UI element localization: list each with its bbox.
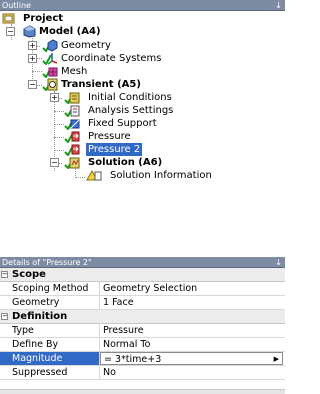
property-key: Scoping Method [0,282,100,295]
tree-node-initial-conditions[interactable]: + Initial Conditions [50,91,190,104]
outline-tree: Project − Model (A4) + Geometry + Coordi… [0,11,285,257]
tree-label-coordinate-systems: Coordinate Systems [61,53,162,64]
property-row[interactable]: Scoping Method Geometry Selection [0,282,285,296]
transient-analysis-icon [42,78,58,91]
property-key: Suppressed [0,366,100,379]
tree-node-mesh[interactable]: Mesh [42,65,122,78]
pin-icon[interactable]: ↓ [275,257,282,268]
tree-label-mesh: Mesh [61,66,88,77]
coordinate-systems-icon [42,53,58,65]
expand-icon[interactable]: + [28,54,37,63]
property-row[interactable]: Define By Normal To [0,338,285,352]
tree-node-fixed-support[interactable]: Fixed Support [64,117,184,130]
property-value[interactable]: No [103,366,116,379]
tree-label-geometry: Geometry [61,40,111,51]
project-icon [2,13,15,24]
tree-node-solution[interactable]: − Solution (A6) [50,156,190,169]
mesh-icon [42,67,58,78]
tree-label-transient: Transient (A5) [61,79,141,90]
solution-icon [64,157,80,169]
pressure-icon [64,131,80,143]
section-scope[interactable]: − Scope [0,268,285,282]
property-value[interactable]: Normal To [103,338,150,351]
magnitude-value: = 3*time+3 [104,354,162,365]
tree-label-analysis-settings: Analysis Settings [88,105,174,116]
tree-label-solution: Solution (A6) [88,157,163,168]
collapse-icon[interactable]: − [50,158,59,167]
collapse-icon[interactable]: − [1,271,8,278]
property-row[interactable]: Type Pressure [0,324,285,338]
property-row[interactable]: Suppressed No [0,366,285,380]
details-title: Details of "Pressure 2" [2,258,92,267]
property-key: Magnitude [0,352,100,365]
property-row[interactable]: Geometry 1 Face [0,296,285,310]
section-definition[interactable]: − Definition [0,310,285,324]
property-value[interactable]: Pressure [103,324,144,337]
solution-information-icon [86,169,102,181]
section-title: Scope [12,269,46,280]
tree-node-coordinate-systems[interactable]: + Coordinate Systems [28,52,188,65]
expand-icon[interactable]: + [50,93,59,102]
collapse-icon[interactable]: − [6,27,15,36]
property-key: Geometry [0,296,100,309]
tree-node-analysis-settings[interactable]: Analysis Settings [64,104,204,117]
tree-label-initial-conditions: Initial Conditions [88,92,172,103]
property-key: Define By [0,338,100,351]
tree-label-pressure-2: Pressure 2 [86,143,143,156]
tree-label-pressure: Pressure [88,131,131,142]
tree-label-solution-information: Solution Information [110,170,212,181]
tree-node-model[interactable]: − Model (A4) [6,25,126,38]
outline-title-bar: Outline ↓ [0,0,285,11]
details-title-bar: Details of "Pressure 2" ↓ [0,257,285,268]
property-value[interactable]: 1 Face [103,296,134,309]
property-value[interactable]: Geometry Selection [103,282,197,295]
tree-label-fixed-support: Fixed Support [88,118,157,129]
outline-title: Outline [2,1,31,10]
property-row-magnitude[interactable]: Magnitude = 3*time+3 ▶ [0,352,285,366]
tree-node-geometry[interactable]: + Geometry [28,39,168,52]
tree-node-pressure[interactable]: Pressure [64,130,164,143]
magnitude-input[interactable]: = 3*time+3 ▶ [100,352,283,365]
bottom-scrollbar[interactable] [0,389,285,394]
tree-label-model: Model (A4) [39,26,101,37]
pin-icon[interactable]: ↓ [275,0,282,11]
tree-label-project: Project [23,13,64,24]
geometry-icon [42,39,58,52]
tree-node-project[interactable]: Project [2,12,82,25]
analysis-settings-icon [64,105,80,117]
model-icon [23,25,36,38]
tree-node-pressure-2[interactable]: Pressure 2 [64,143,164,156]
tree-node-solution-information[interactable]: Solution Information [86,169,236,182]
collapse-icon[interactable]: − [28,80,37,89]
tree-node-transient[interactable]: − Transient (A5) [28,78,168,91]
collapse-icon[interactable]: − [1,313,8,320]
section-title: Definition [12,311,68,322]
property-key: Type [0,324,100,337]
expand-icon[interactable]: + [28,41,37,50]
pressure-icon [64,144,80,156]
initial-conditions-icon [64,92,80,104]
arrow-right-icon[interactable]: ▶ [274,353,279,366]
fixed-support-icon [64,119,80,130]
